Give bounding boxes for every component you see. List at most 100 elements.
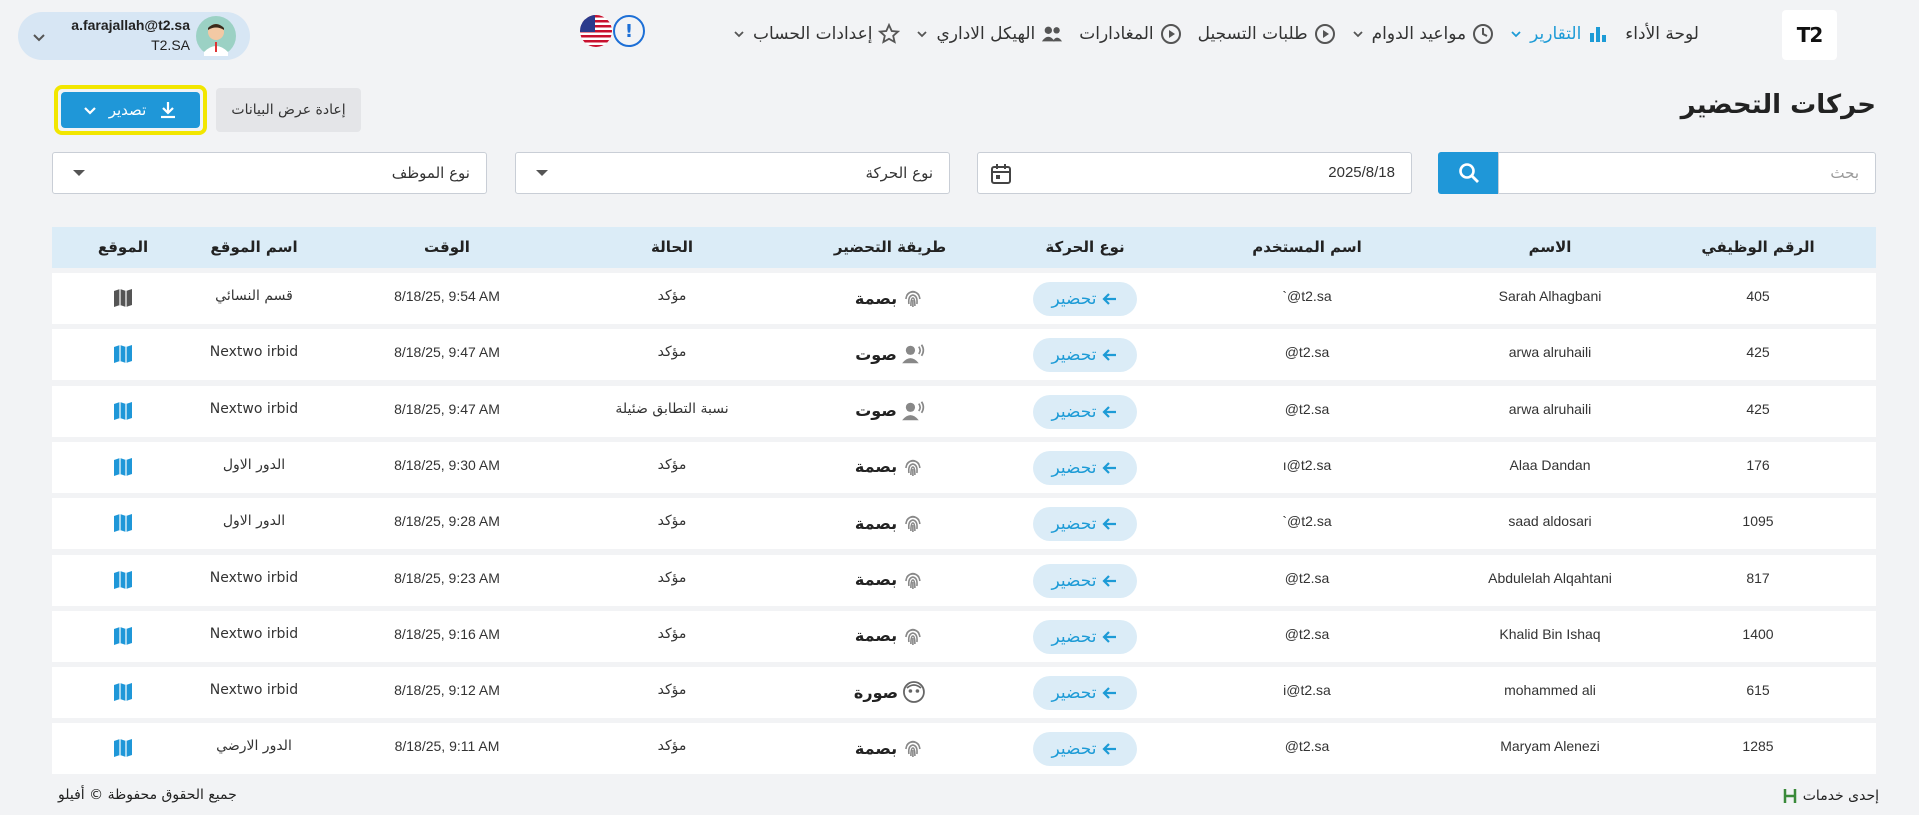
cell-time: 8/18/25, 9:47 AM: [394, 400, 500, 417]
nav-item-3[interactable]: طلبات التسجيل: [1190, 16, 1344, 52]
user-org: T2.SA: [151, 37, 190, 53]
column-header[interactable]: الحالة: [651, 238, 693, 256]
nav-item-label: مواعيد الدوام: [1371, 24, 1467, 44]
search-button[interactable]: [1438, 152, 1499, 194]
play-circle-icon: [1314, 23, 1336, 45]
column-header[interactable]: اسم الموقع: [210, 238, 297, 256]
column-header[interactable]: الموقع: [98, 238, 148, 256]
chevron-down-icon[interactable]: [32, 29, 46, 43]
table-row[interactable]: 615 mohammed ali i@t2.sa تحضير صورة مؤكد 8/18/…: [52, 667, 1876, 719]
search-icon: [1458, 163, 1479, 183]
chevron-down-icon: [83, 107, 96, 115]
employee-type-select[interactable]: نوع الموظف: [52, 152, 487, 194]
nav-item-5[interactable]: الهيكل الاداري: [908, 16, 1071, 52]
search-input[interactable]: بحث: [1498, 152, 1876, 194]
cell-id: 425: [1746, 344, 1770, 361]
cell-name: Alaa Dandan: [1509, 456, 1591, 473]
movement-label: تحضير: [1051, 289, 1097, 309]
arrow-left-icon: [1102, 629, 1118, 645]
user-menu[interactable]: a.farajallah@t2.sa T2.SA: [18, 12, 250, 60]
movement-badge: تحضير: [1033, 338, 1137, 373]
star-icon: [878, 23, 901, 45]
movement-label: تحضير: [1051, 514, 1097, 535]
table-row[interactable]: 817 Abdulelah Alqahtani @t2.sa تحضير بصمة مؤك…: [52, 554, 1876, 606]
map-icon[interactable]: [112, 512, 134, 534]
cell-username: @t2.sa: [1284, 738, 1330, 755]
attendance-method: صوت: [855, 399, 925, 423]
cell-location: الدور الاول: [222, 456, 286, 473]
column-header[interactable]: نوع الحركة: [1045, 238, 1124, 256]
column-header[interactable]: الاسم: [1529, 238, 1572, 256]
method-label: بصمة: [854, 570, 898, 589]
table-row[interactable]: 176 Alaa Dandan ı@t2.sa تحضير بصمة مؤكد 8/18/2…: [52, 441, 1876, 493]
column-header[interactable]: اسم المستخدم: [1252, 238, 1362, 256]
reset-data-button[interactable]: إعادة عرض البيانات: [216, 88, 361, 132]
attendance-method: صوت: [855, 342, 925, 366]
method-label: صوت: [855, 344, 897, 364]
column-header[interactable]: طريقة التحضير: [834, 238, 946, 256]
nav-item-1[interactable]: التقارير: [1502, 16, 1617, 52]
arrow-left-icon: [1102, 741, 1118, 757]
t2-logo[interactable]: T2: [1782, 10, 1837, 60]
arrow-left-icon: [1102, 685, 1118, 701]
date-filter[interactable]: 2025/8/18: [977, 152, 1412, 194]
map-icon[interactable]: [112, 625, 134, 647]
alert-icon[interactable]: !: [613, 15, 645, 47]
nav-item-6[interactable]: إعدادات الحساب: [725, 16, 908, 52]
cell-id: 425: [1746, 400, 1770, 417]
method-label: بصمة: [854, 626, 898, 646]
map-icon[interactable]: [112, 400, 134, 422]
movement-label: تحضير: [1051, 739, 1097, 760]
table-row[interactable]: 1095 saad aldosari `@t2.sa تحضير بصمة مؤكد 8/1…: [52, 498, 1876, 550]
column-header[interactable]: الوقت: [424, 238, 470, 256]
cell-username: @t2.sa: [1284, 569, 1330, 586]
fingerprint-icon: [901, 624, 925, 648]
chevron-down-icon: [1510, 28, 1522, 40]
method-label: صورة: [853, 682, 899, 702]
map-icon[interactable]: [112, 737, 134, 759]
map-icon[interactable]: [112, 456, 134, 478]
method-label: بصمة: [854, 288, 898, 308]
cell-time: 8/18/25, 9:16 AM: [394, 625, 500, 642]
table-row[interactable]: 405 Sarah Alhagbani `@t2.sa تحضير بصمة مؤكد 8/…: [52, 273, 1876, 324]
cell-status: نسبة التطابق ضئيلة: [615, 400, 729, 417]
map-icon[interactable]: [112, 681, 134, 703]
cell-id: 405: [1746, 288, 1770, 304]
us-flag-icon[interactable]: [580, 15, 612, 47]
play-circle-icon: [1160, 23, 1182, 45]
map-icon[interactable]: [112, 343, 134, 365]
table-row[interactable]: 1400 Khalid Bin Ishaq @t2.sa تحضير بصمة مؤكد 8…: [52, 610, 1876, 662]
movement-type-select[interactable]: نوع الحركة: [515, 152, 950, 194]
cell-username: ı@t2.sa: [1282, 456, 1332, 473]
cell-time: 8/18/25, 9:11 AM: [394, 738, 500, 755]
nav-item-4[interactable]: المغادارات: [1071, 16, 1189, 52]
movement-type-label: نوع الحركة: [865, 164, 933, 182]
page-title: حركات التحضير: [1680, 90, 1876, 120]
cell-time: 8/18/25, 9:47 AM: [394, 344, 500, 361]
table-row[interactable]: 425 arwa alruhaili @t2.sa تحضير صوت مؤكد 8/18/…: [52, 329, 1876, 381]
movement-badge: تحضير: [1033, 732, 1137, 767]
movement-badge: تحضير: [1033, 676, 1137, 711]
method-label: بصمة: [854, 738, 898, 758]
nav-item-2[interactable]: مواعيد الدوام: [1344, 16, 1503, 52]
map-icon[interactable]: [112, 569, 134, 591]
table-row[interactable]: 425 arwa alruhaili @t2.sa تحضير صوت نسبة التط…: [52, 385, 1876, 437]
cell-time: 8/18/25, 9:30 AM: [394, 456, 500, 473]
cell-location: قسم النسائي: [215, 288, 293, 304]
nav-item-0[interactable]: لوحة الأداء: [1617, 16, 1707, 52]
people-icon: [1041, 23, 1063, 45]
table-row[interactable]: 1285 Maryam Alenezi @t2.sa تحضير بصمة مؤكد 8/1…: [52, 723, 1876, 775]
cell-location: Nextwo irbid: [209, 625, 299, 642]
movement-label: تحضير: [1051, 345, 1097, 366]
fingerprint-icon: [901, 286, 925, 310]
map-icon[interactable]: [112, 287, 134, 309]
fingerprint-icon: [901, 736, 925, 760]
cell-id: 1095: [1742, 513, 1774, 530]
export-button[interactable]: تصدير: [61, 92, 200, 128]
movement-badge: تحضير: [1033, 563, 1137, 598]
cell-username: @t2.sa: [1284, 400, 1330, 417]
calendar-icon[interactable]: [990, 163, 1012, 185]
export-highlight: تصدير: [54, 85, 207, 135]
column-header[interactable]: الرقم الوظيفي: [1701, 238, 1814, 256]
main-nav: لوحة الأداء التقارير مواعيد الدوام طلبات ال…: [725, 16, 1707, 52]
